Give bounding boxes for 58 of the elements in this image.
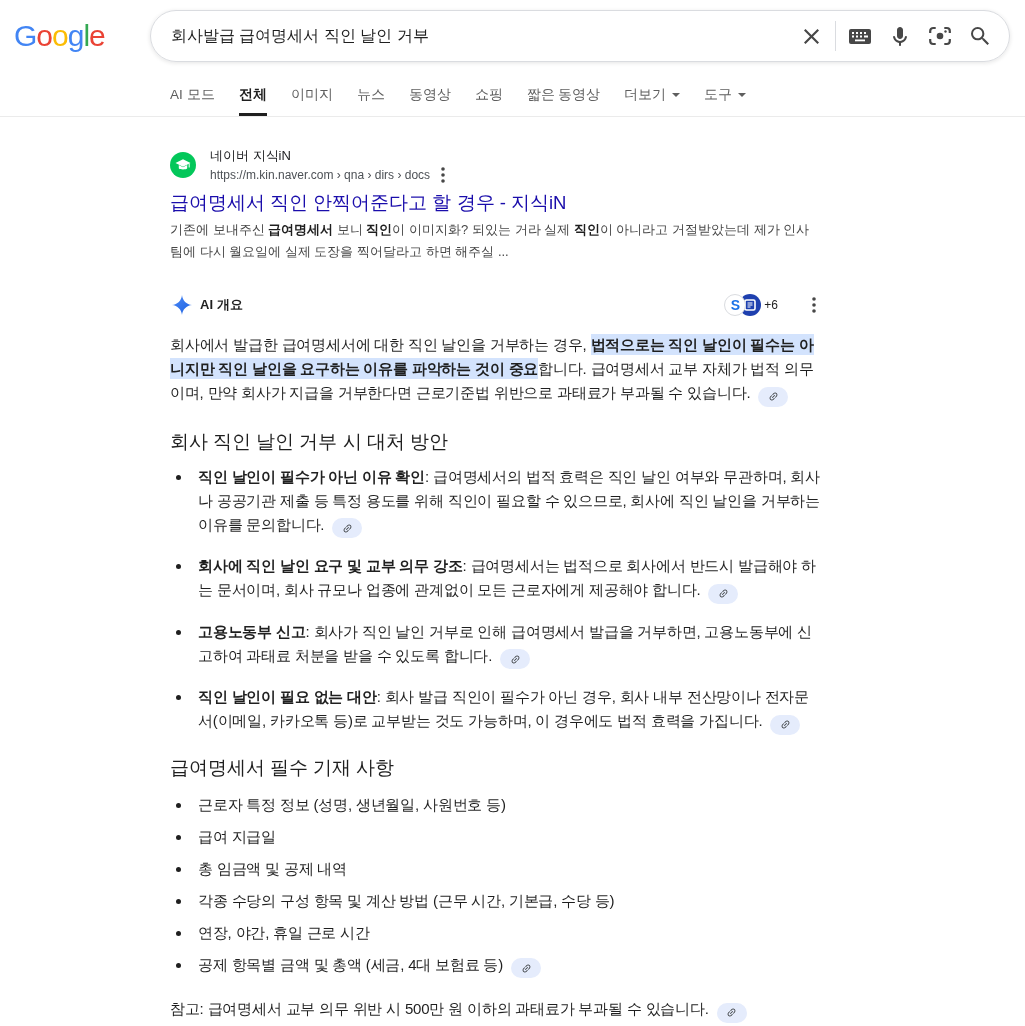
section-heading: 회사 직인 날인 거부 시 대처 방안 [170, 429, 449, 454]
list-item-text: 회사에 직인 날인 요구 및 교부 의무 강조: 급여명세서는 법적으로 회사에서 반드시 발급해야 하는 문서이며, 회사 규모나 업종에 관계없이 모든 근로자에게 제공해야 합니다. [198, 554, 822, 604]
keyboard-icon[interactable] [849, 28, 871, 44]
bullet-icon [176, 898, 181, 904]
link-icon[interactable] [332, 518, 363, 538]
tab[interactable]: AI 모드 [170, 69, 215, 116]
search-icon[interactable] [971, 27, 989, 45]
tab[interactable]: 이미지 [290, 69, 333, 116]
bullet-icon [176, 474, 181, 480]
tab[interactable]: 전체 [238, 69, 267, 116]
caret-icon [672, 93, 681, 97]
menu-tab[interactable]: 도구 [704, 69, 747, 116]
caret-icon [738, 93, 747, 97]
more-sources-count[interactable]: +6 [764, 297, 778, 313]
list-item-text: 직인 날인이 필수가 아닌 이유 확인: 급여명세서의 법적 효력은 직인 날인 여부와 무관하며, 회사나 공공기관 제출 등 특정 용도를 위해 직인이 필요할 수 있으므로, 회사에 직인 날인을 거부하는 이유를 문의합니다. [198, 464, 822, 538]
link-icon[interactable] [511, 958, 542, 978]
list-item-text: 연장, 야간, 휴일 근로 시간 [198, 922, 371, 943]
link-icon[interactable] [770, 714, 801, 735]
tab[interactable]: 짧은 동영상 [526, 69, 601, 116]
clear-icon[interactable] [804, 28, 819, 44]
link-icon[interactable] [758, 386, 789, 407]
result-snippet: 기존에 보내주신 급여명세서 보니 직인이 이미지화? 되있는 거라 실제 직인이 아니라고 거절받았는데 제가 인사팀에 다시 월요일에 실제 도장을 찍어달라고 하면 해주실 ... [170, 221, 811, 261]
camera-search-icon[interactable] [929, 26, 951, 46]
source-favicon[interactable]: S [724, 294, 747, 316]
more-options-icon[interactable] [812, 297, 816, 313]
bullet-icon [176, 834, 181, 840]
more-options-icon[interactable] [441, 167, 446, 183]
link-icon[interactable] [500, 649, 531, 669]
bullet-icon [176, 802, 181, 808]
bullet-icon [176, 866, 181, 872]
search-input[interactable]: 회사발급 급여명세서 직인 날인 거부 [171, 24, 800, 48]
google-logo[interactable]: Google [14, 16, 150, 56]
result-title-link[interactable]: 급여명세서 직인 안찍어준다고 할 경우 - 지식iN [170, 190, 567, 216]
ai-overview-title: AI 개요 [200, 296, 243, 314]
menu-tab[interactable]: 더보기 [624, 69, 681, 116]
bullet-icon [176, 564, 181, 569]
tab[interactable]: 뉴스 [356, 69, 385, 116]
link-icon[interactable] [708, 583, 739, 604]
bullet-icon [176, 695, 181, 700]
tab[interactable]: 동영상 [408, 69, 451, 116]
link-icon[interactable] [716, 1002, 747, 1023]
bullet-icon [176, 930, 181, 936]
result-url: https://m.kin.naver.com › qna › dirs › docs [210, 167, 431, 184]
sparkle-icon [172, 295, 192, 315]
site-name: 네이버 지식iN [210, 147, 292, 165]
bullet-icon [176, 962, 181, 968]
note-text: 참고: 급여명세서 교부 의무 위반 시 500만 원 이하의 과태료가 부과될 수 있습니다. [170, 997, 822, 1023]
list-item-text: 급여 지급일 [198, 826, 277, 847]
list-item-text: 직인 날인이 필요 없는 대안: 회사 발급 직인이 필수가 아닌 경우, 회사 내부 전산망이나 전자문서(이메일, 카카오톡 등)로 교부받는 것도 가능하며, 이 경우에도 법적 효력을 가집니다. [198, 685, 822, 735]
microphone-icon[interactable] [893, 26, 907, 46]
bullet-icon [176, 629, 181, 635]
list-item-text: 근로자 특정 정보 (성명, 생년월일, 사원번호 등) [198, 794, 507, 815]
section-heading: 급여명세서 필수 기재 사항 [170, 755, 396, 780]
list-item-text: 고용노동부 신고: 회사가 직인 날인 거부로 인해 급여명세서 발급을 거부하면, 고용노동부에 신고하여 과태료 처분을 받을 수 있도록 합니다. [198, 619, 822, 669]
list-item-text: 총 임금액 및 공제 내역 [198, 858, 349, 879]
tab[interactable]: 쇼핑 [474, 69, 503, 116]
list-item-text: 각종 수당의 구성 항목 및 계산 방법 (근무 시간, 기본급, 수당 등) [198, 890, 616, 911]
list-item-text: 공제 항목별 금액 및 총액 (세금, 4대 보험료 등) [198, 952, 822, 978]
